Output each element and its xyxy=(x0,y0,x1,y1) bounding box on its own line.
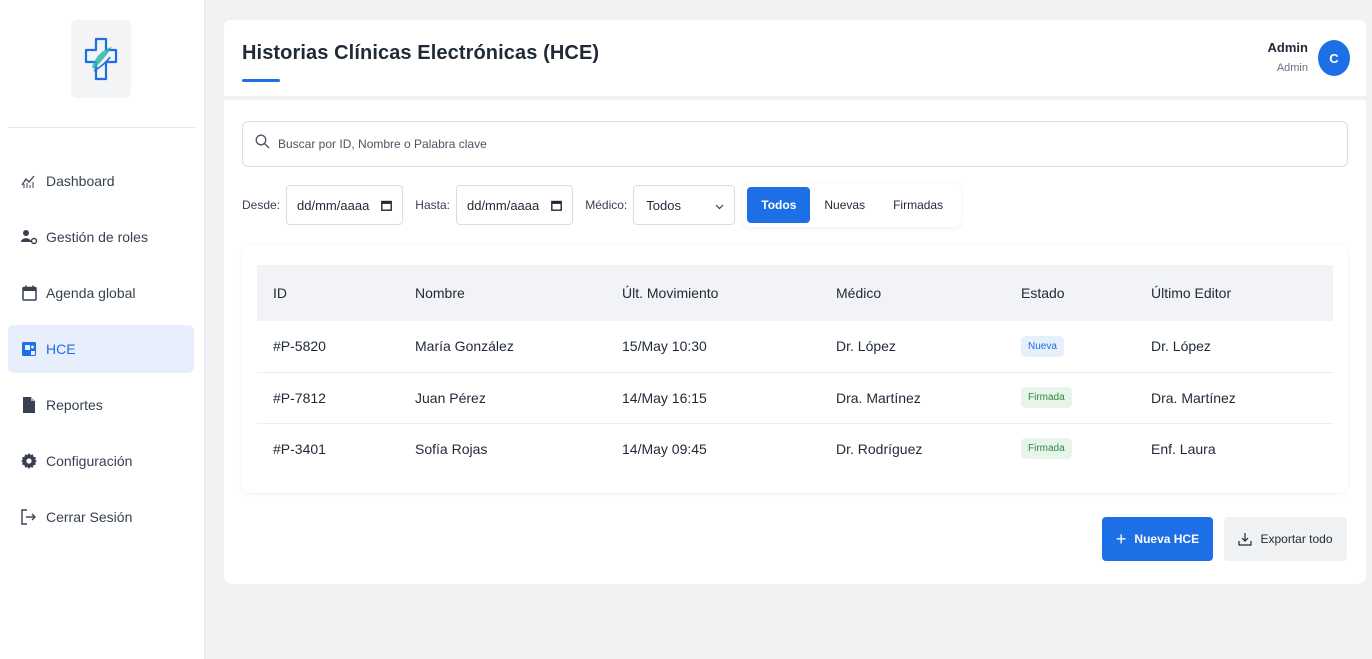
medico-label: Médico: xyxy=(585,198,628,212)
column-header-editor[interactable]: Último Editor xyxy=(1135,265,1333,321)
cell-estado: Firmada xyxy=(1005,372,1135,423)
calendar-icon xyxy=(20,284,38,302)
sidebar-item-label: Configuración xyxy=(46,453,133,469)
chart-icon xyxy=(20,172,38,190)
status-badge: Firmada xyxy=(1021,438,1072,460)
status-tabs: Todos Nuevas Firmadas xyxy=(743,183,962,227)
hasta-date-value: dd/mm/aaaa xyxy=(466,197,540,213)
sidebar-divider xyxy=(8,127,195,128)
new-hce-label: Nueva HCE xyxy=(1134,532,1200,546)
export-all-label: Exportar todo xyxy=(1260,532,1333,546)
cell-movimiento: 14/May 09:45 xyxy=(622,440,707,457)
search-icon xyxy=(255,134,270,154)
records-icon xyxy=(20,340,38,358)
sidebar-item-label: HCE xyxy=(46,341,76,357)
desde-label: Desde: xyxy=(242,198,281,212)
cell-movimiento: 14/May 16:15 xyxy=(622,389,707,406)
cell-estado: Nueva xyxy=(1005,321,1135,372)
sidebar-item-label: Gestión de roles xyxy=(46,229,148,245)
page-title: Historias Clínicas Electrónicas (HCE) xyxy=(242,42,600,64)
cell-nombre: María González xyxy=(415,338,514,355)
sidebar-item-roles[interactable]: Gestión de roles xyxy=(8,213,194,261)
sidebar-item-dashboard[interactable]: Dashboard xyxy=(8,157,194,205)
medical-cross-logo-icon xyxy=(84,37,118,81)
cell-medico: Dra. Martínez xyxy=(836,389,921,406)
column-header-nombre[interactable]: Nombre xyxy=(399,265,606,321)
hasta-label: Hasta: xyxy=(415,198,450,212)
column-header-medico[interactable]: Médico xyxy=(820,265,1005,321)
sidebar-item-label: Agenda global xyxy=(46,285,136,301)
desde-date-value: dd/mm/aaaa xyxy=(297,197,370,213)
tab-todos[interactable]: Todos xyxy=(747,187,811,223)
table-row[interactable]: #P-3401 Sofía Rojas 14/May 09:45 Dr. Rod… xyxy=(257,423,1333,474)
cell-medico: Dr. López xyxy=(836,338,896,355)
tab-firmadas[interactable]: Firmadas xyxy=(879,187,957,223)
cell-nombre: Sofía Rojas xyxy=(415,440,488,457)
table-header-row: ID Nombre Últ. Movimiento Médico Estado … xyxy=(257,265,1333,321)
plus-icon: + xyxy=(1115,528,1127,549)
desde-date-field[interactable]: dd/mm/aaaa xyxy=(286,185,404,225)
main-content: Desde: dd/mm/aaaa Hasta: dd/mm/aaaa Médi… xyxy=(224,100,1366,584)
search-input[interactable] xyxy=(278,137,1278,151)
file-icon xyxy=(20,396,38,414)
cell-id: #P-5820 xyxy=(273,338,326,355)
new-hce-button[interactable]: + Nueva HCE xyxy=(1102,517,1213,561)
status-badge: Firmada xyxy=(1021,387,1072,408)
sidebar-item-cerrar-sesion[interactable]: Cerrar Sesión xyxy=(8,493,194,541)
sidebar-item-label: Reportes xyxy=(46,397,103,413)
filters-bar: Desde: dd/mm/aaaa Hasta: dd/mm/aaaa Médi… xyxy=(242,183,962,227)
sidebar-item-configuracion[interactable]: Configuración xyxy=(8,437,194,485)
calendar-icon[interactable] xyxy=(551,200,563,211)
column-header-id[interactable]: ID xyxy=(257,265,399,321)
search-bar[interactable] xyxy=(242,121,1348,167)
app-logo xyxy=(71,20,131,98)
title-underline xyxy=(242,79,280,82)
sidebar-item-label: Dashboard xyxy=(46,173,115,189)
medico-select-value: Todos xyxy=(646,197,681,213)
status-badge: Nueva xyxy=(1021,335,1064,357)
gear-icon xyxy=(20,452,38,470)
cell-movimiento: 15/May 10:30 xyxy=(622,338,707,355)
cell-estado: Firmada xyxy=(1005,423,1135,474)
column-header-estado[interactable]: Estado xyxy=(1005,265,1135,321)
page-header: Historias Clínicas Electrónicas (HCE) Ad… xyxy=(224,20,1366,96)
cell-id: #P-7812 xyxy=(273,389,326,406)
hasta-date-field[interactable]: dd/mm/aaaa xyxy=(455,185,574,225)
logout-icon xyxy=(20,508,38,526)
records-table-card: ID Nombre Últ. Movimiento Médico Estado … xyxy=(242,245,1348,493)
tab-nuevas[interactable]: Nuevas xyxy=(810,187,879,223)
cell-nombre: Juan Pérez xyxy=(415,389,486,406)
medico-select[interactable]: Todos xyxy=(633,185,736,225)
cell-editor: Dra. Martínez xyxy=(1151,389,1236,406)
sidebar-item-reportes[interactable]: Reportes xyxy=(8,381,194,429)
chevron-down-icon xyxy=(715,198,724,213)
records-table: ID Nombre Últ. Movimiento Médico Estado … xyxy=(257,265,1333,474)
table-row[interactable]: #P-7812 Juan Pérez 14/May 16:15 Dra. Mar… xyxy=(257,372,1333,423)
table-row[interactable]: #P-5820 María González 15/May 10:30 Dr. … xyxy=(257,321,1333,372)
cell-editor: Dr. López xyxy=(1151,338,1211,355)
users-gear-icon xyxy=(20,228,38,246)
user-role: Admin xyxy=(1276,62,1308,74)
export-all-button[interactable]: Exportar todo xyxy=(1224,517,1347,561)
cell-editor: Enf. Laura xyxy=(1151,440,1216,457)
sidebar: Dashboard Gestión de roles Agenda global… xyxy=(0,0,205,659)
column-header-movimiento[interactable]: Últ. Movimiento xyxy=(606,265,820,321)
sidebar-item-label: Cerrar Sesión xyxy=(46,509,133,525)
sidebar-item-hce[interactable]: HCE xyxy=(8,325,194,373)
cell-id: #P-3401 xyxy=(273,440,326,457)
sidebar-item-agenda[interactable]: Agenda global xyxy=(8,269,194,317)
cell-medico: Dr. Rodríguez xyxy=(836,440,923,457)
calendar-icon[interactable] xyxy=(381,200,393,211)
avatar[interactable]: C xyxy=(1318,40,1350,76)
download-icon xyxy=(1238,532,1253,546)
user-name: Admin xyxy=(1267,40,1308,55)
